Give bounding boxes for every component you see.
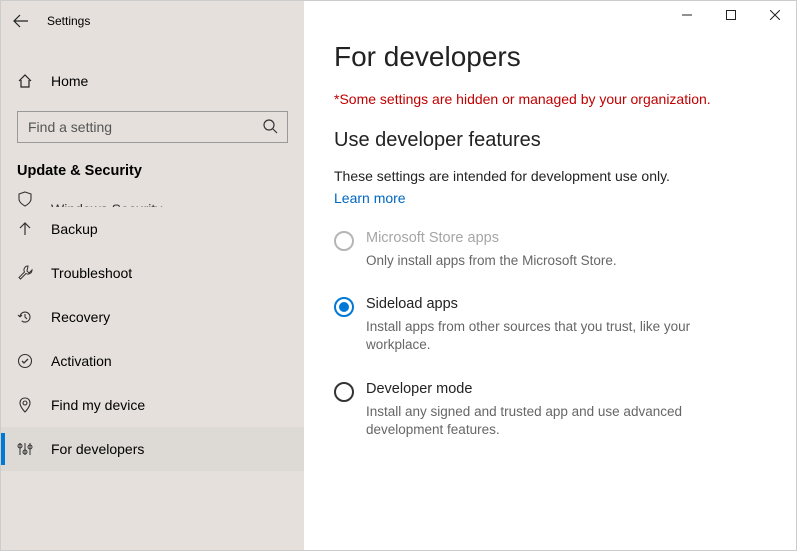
maximize-icon	[726, 10, 736, 20]
radio-title: Microsoft Store apps	[366, 230, 617, 246]
developer-features-radiogroup: Microsoft Store apps Only install apps f…	[334, 230, 766, 439]
content-pane: For developers *Some settings are hidden…	[304, 1, 796, 550]
sidebar-item-find-my-device[interactable]: Find my device	[1, 383, 304, 427]
sidebar-item-windows-security[interactable]: Windows Security	[1, 189, 304, 207]
search-icon	[262, 118, 278, 134]
radio-description: Install any signed and trusted app and u…	[366, 403, 746, 439]
window-title: Settings	[41, 14, 90, 28]
sidebar-item-label: Backup	[51, 221, 98, 237]
sidebar-item-label: For developers	[51, 441, 144, 457]
radio-indicator	[334, 231, 354, 251]
search-input[interactable]	[17, 111, 288, 143]
history-icon	[17, 309, 33, 325]
shield-icon	[17, 191, 33, 207]
sidebar-item-label: Troubleshoot	[51, 265, 132, 281]
search-wrap	[17, 111, 288, 143]
minimize-icon	[682, 10, 692, 20]
wrench-icon	[17, 265, 33, 281]
radio-title: Developer mode	[366, 381, 746, 397]
sidebar-item-activation[interactable]: Activation	[1, 339, 304, 383]
sidebar: Settings Home Update & Security Windows …	[1, 1, 304, 550]
radio-title: Sideload apps	[366, 296, 746, 312]
section-intro: These settings are intended for developm…	[334, 168, 766, 184]
sidebar-item-recovery[interactable]: Recovery	[1, 295, 304, 339]
org-warning: *Some settings are hidden or managed by …	[334, 91, 766, 107]
radio-developer-mode[interactable]: Developer mode Install any signed and tr…	[334, 381, 766, 439]
sidebar-item-for-developers[interactable]: For developers	[1, 427, 304, 471]
sidebar-item-label: Find my device	[51, 397, 145, 413]
maximize-button[interactable]	[709, 0, 753, 30]
home-label: Home	[51, 73, 88, 89]
learn-more-link[interactable]: Learn more	[334, 190, 406, 206]
section-heading: Use developer features	[334, 129, 766, 152]
arrow-left-icon	[13, 13, 29, 29]
radio-description: Install apps from other sources that you…	[366, 318, 746, 354]
nav-list: Windows Security Backup Troubleshoot Rec…	[1, 189, 304, 471]
home-icon	[17, 73, 33, 89]
sidebar-item-backup[interactable]: Backup	[1, 207, 304, 251]
radio-description: Only install apps from the Microsoft Sto…	[366, 252, 617, 270]
radio-indicator	[334, 297, 354, 317]
radio-microsoft-store-apps: Microsoft Store apps Only install apps f…	[334, 230, 766, 270]
titlebar: Settings	[1, 1, 304, 41]
back-button[interactable]	[1, 1, 41, 41]
close-icon	[770, 10, 780, 20]
category-heading: Update & Security	[1, 163, 304, 179]
check-circle-icon	[17, 353, 33, 369]
location-icon	[17, 397, 33, 413]
home-nav[interactable]: Home	[1, 61, 304, 101]
sidebar-item-label: Activation	[51, 353, 112, 369]
radio-sideload-apps[interactable]: Sideload apps Install apps from other so…	[334, 296, 766, 354]
sidebar-item-troubleshoot[interactable]: Troubleshoot	[1, 251, 304, 295]
minimize-button[interactable]	[665, 0, 709, 30]
radio-indicator	[334, 382, 354, 402]
backup-arrow-icon	[17, 221, 33, 237]
sliders-icon	[17, 441, 33, 457]
sidebar-item-label: Recovery	[51, 309, 110, 325]
close-button[interactable]	[753, 0, 797, 30]
page-title: For developers	[334, 41, 766, 73]
window-controls	[665, 0, 797, 30]
